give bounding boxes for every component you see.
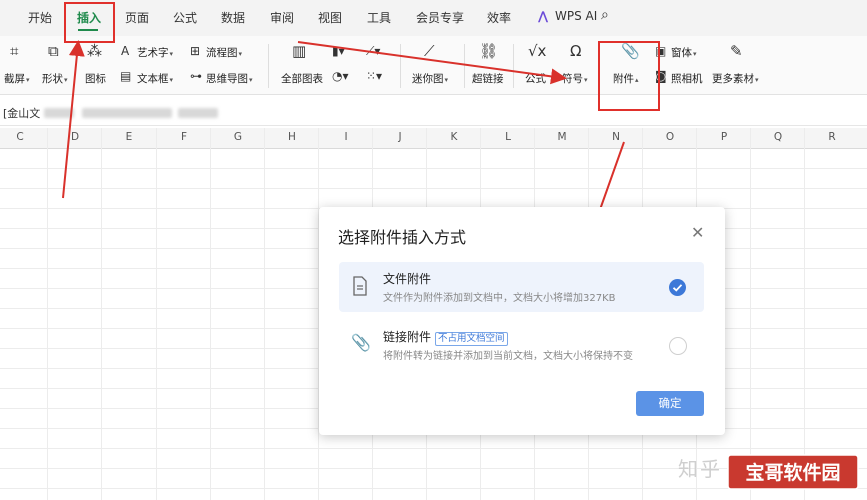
radio-unselected[interactable] — [669, 337, 687, 355]
option-title-text: 链接附件 — [383, 330, 432, 344]
paperclip-icon: 📎 — [351, 333, 371, 352]
watermark-text: 知乎 — [678, 457, 722, 481]
option-description: 将附件转为链接并添加到当前文档，文档大小将保持不变 — [383, 351, 633, 362]
ok-button[interactable]: 确定 — [636, 391, 704, 416]
option-title: 文件附件 — [383, 272, 432, 286]
file-attachment-option[interactable]: 文件附件 文件作为附件添加到文档中，文档大小将增加327KB — [339, 262, 704, 312]
file-icon — [353, 276, 367, 296]
attachment-dialog: 选择附件插入方式 ✕ 文件附件 文件作为附件添加到文档中，文档大小将增加327K… — [319, 207, 725, 435]
svg-text:宝哥软件园: 宝哥软件园 — [745, 461, 840, 484]
option-description: 文件作为附件添加到文档中，文档大小将增加327KB — [383, 293, 616, 304]
link-attachment-option[interactable]: 📎 链接附件 不占用文档空间 将附件转为链接并添加到当前文档，文档大小将保持不变 — [339, 320, 704, 370]
option-title: 链接附件 不占用文档空间 — [383, 328, 508, 346]
no-space-badge: 不占用文档空间 — [435, 332, 508, 346]
dialog-title: 选择附件插入方式 — [338, 228, 467, 247]
radio-selected[interactable] — [669, 279, 686, 296]
watermark-logo: 宝哥软件园 — [727, 454, 859, 490]
close-icon[interactable]: ✕ — [691, 223, 704, 242]
check-icon — [672, 284, 683, 292]
